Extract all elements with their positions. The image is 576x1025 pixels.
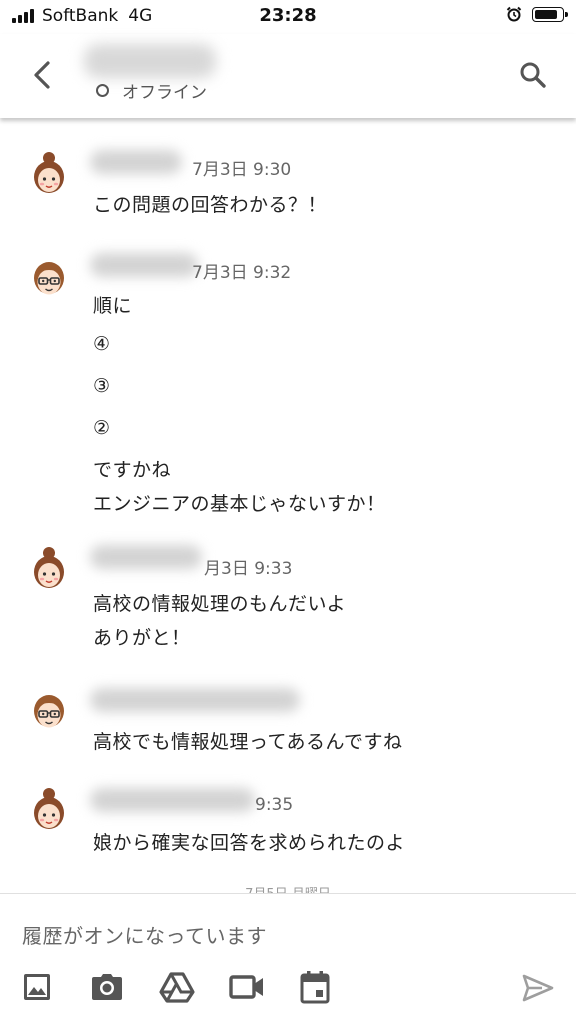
message-input[interactable]: 履歴がオンになっています [22, 920, 267, 949]
woman-avatar[interactable] [28, 150, 70, 196]
message-line: 高校でも情報処理ってあるんですね [93, 731, 403, 753]
message-line: ありがと！ [93, 627, 191, 649]
image-button[interactable] [18, 968, 56, 1006]
send-icon [522, 974, 554, 1002]
message-line: ③ [93, 375, 111, 397]
search-button[interactable] [510, 52, 556, 98]
presence-label: オフライン [122, 83, 207, 103]
chat-header: オフライン [0, 34, 576, 118]
message-line: この問題の回答わかる？！ [93, 194, 328, 216]
message-timestamp: 7月3日 9:30 [192, 160, 292, 180]
message-line: 順に [93, 295, 133, 317]
video-icon [229, 975, 263, 999]
message-timestamp: 月3日 9:33 [204, 559, 293, 579]
back-icon [34, 61, 50, 89]
message-timestamp: 9:35 [255, 795, 294, 815]
image-icon [24, 974, 50, 1000]
offline-dot-icon [96, 84, 109, 97]
man-avatar[interactable] [28, 686, 70, 732]
battery-icon [532, 6, 568, 22]
composer: 履歴がオンになっています [0, 893, 576, 1025]
message-timestamp: 7月3日 9:32 [192, 263, 292, 283]
message-line: 高校の情報処理のもんだいよ [93, 593, 347, 615]
message-text: この問題の回答わかる？！ [93, 194, 327, 216]
message-text: 順に ④ ③ ② ですかね エンジニアの基本じゃないすか！ [93, 295, 386, 515]
contact-name-redacted[interactable] [84, 44, 216, 78]
message-line: エンジニアの基本じゃないすか！ [93, 493, 386, 515]
message-line: ② [93, 417, 111, 439]
camera-icon [92, 974, 122, 1000]
message-text: 高校の情報処理のもんだいよ ありがと！ [93, 593, 346, 649]
message-text: 娘から確実な回答を求められたのよ [93, 832, 405, 854]
alarm-icon [506, 6, 522, 22]
status-right [506, 6, 568, 22]
message-line: ですかね [93, 459, 172, 481]
video-button[interactable] [228, 968, 266, 1006]
camera-button[interactable] [88, 968, 126, 1006]
drive-button[interactable] [158, 968, 196, 1006]
send-button[interactable] [518, 968, 558, 1008]
back-button[interactable] [20, 52, 66, 98]
drive-icon [159, 972, 195, 1003]
date-divider: 7月5日 月曜日 [0, 883, 576, 893]
status-bar: SoftBank 4G 23:28 [0, 0, 576, 34]
man-avatar[interactable] [28, 253, 70, 299]
clock: 23:28 [259, 5, 317, 26]
message-line: 娘から確実な回答を求められたのよ [93, 832, 406, 854]
message-text: 高校でも情報処理ってあるんですね [93, 731, 403, 753]
calendar-button[interactable] [296, 968, 334, 1006]
woman-avatar[interactable] [28, 545, 70, 591]
search-icon [520, 62, 546, 88]
woman-avatar[interactable] [28, 786, 70, 832]
calendar-icon [300, 971, 330, 1004]
presence-status: オフライン [96, 78, 207, 103]
message-line: ④ [93, 333, 111, 355]
